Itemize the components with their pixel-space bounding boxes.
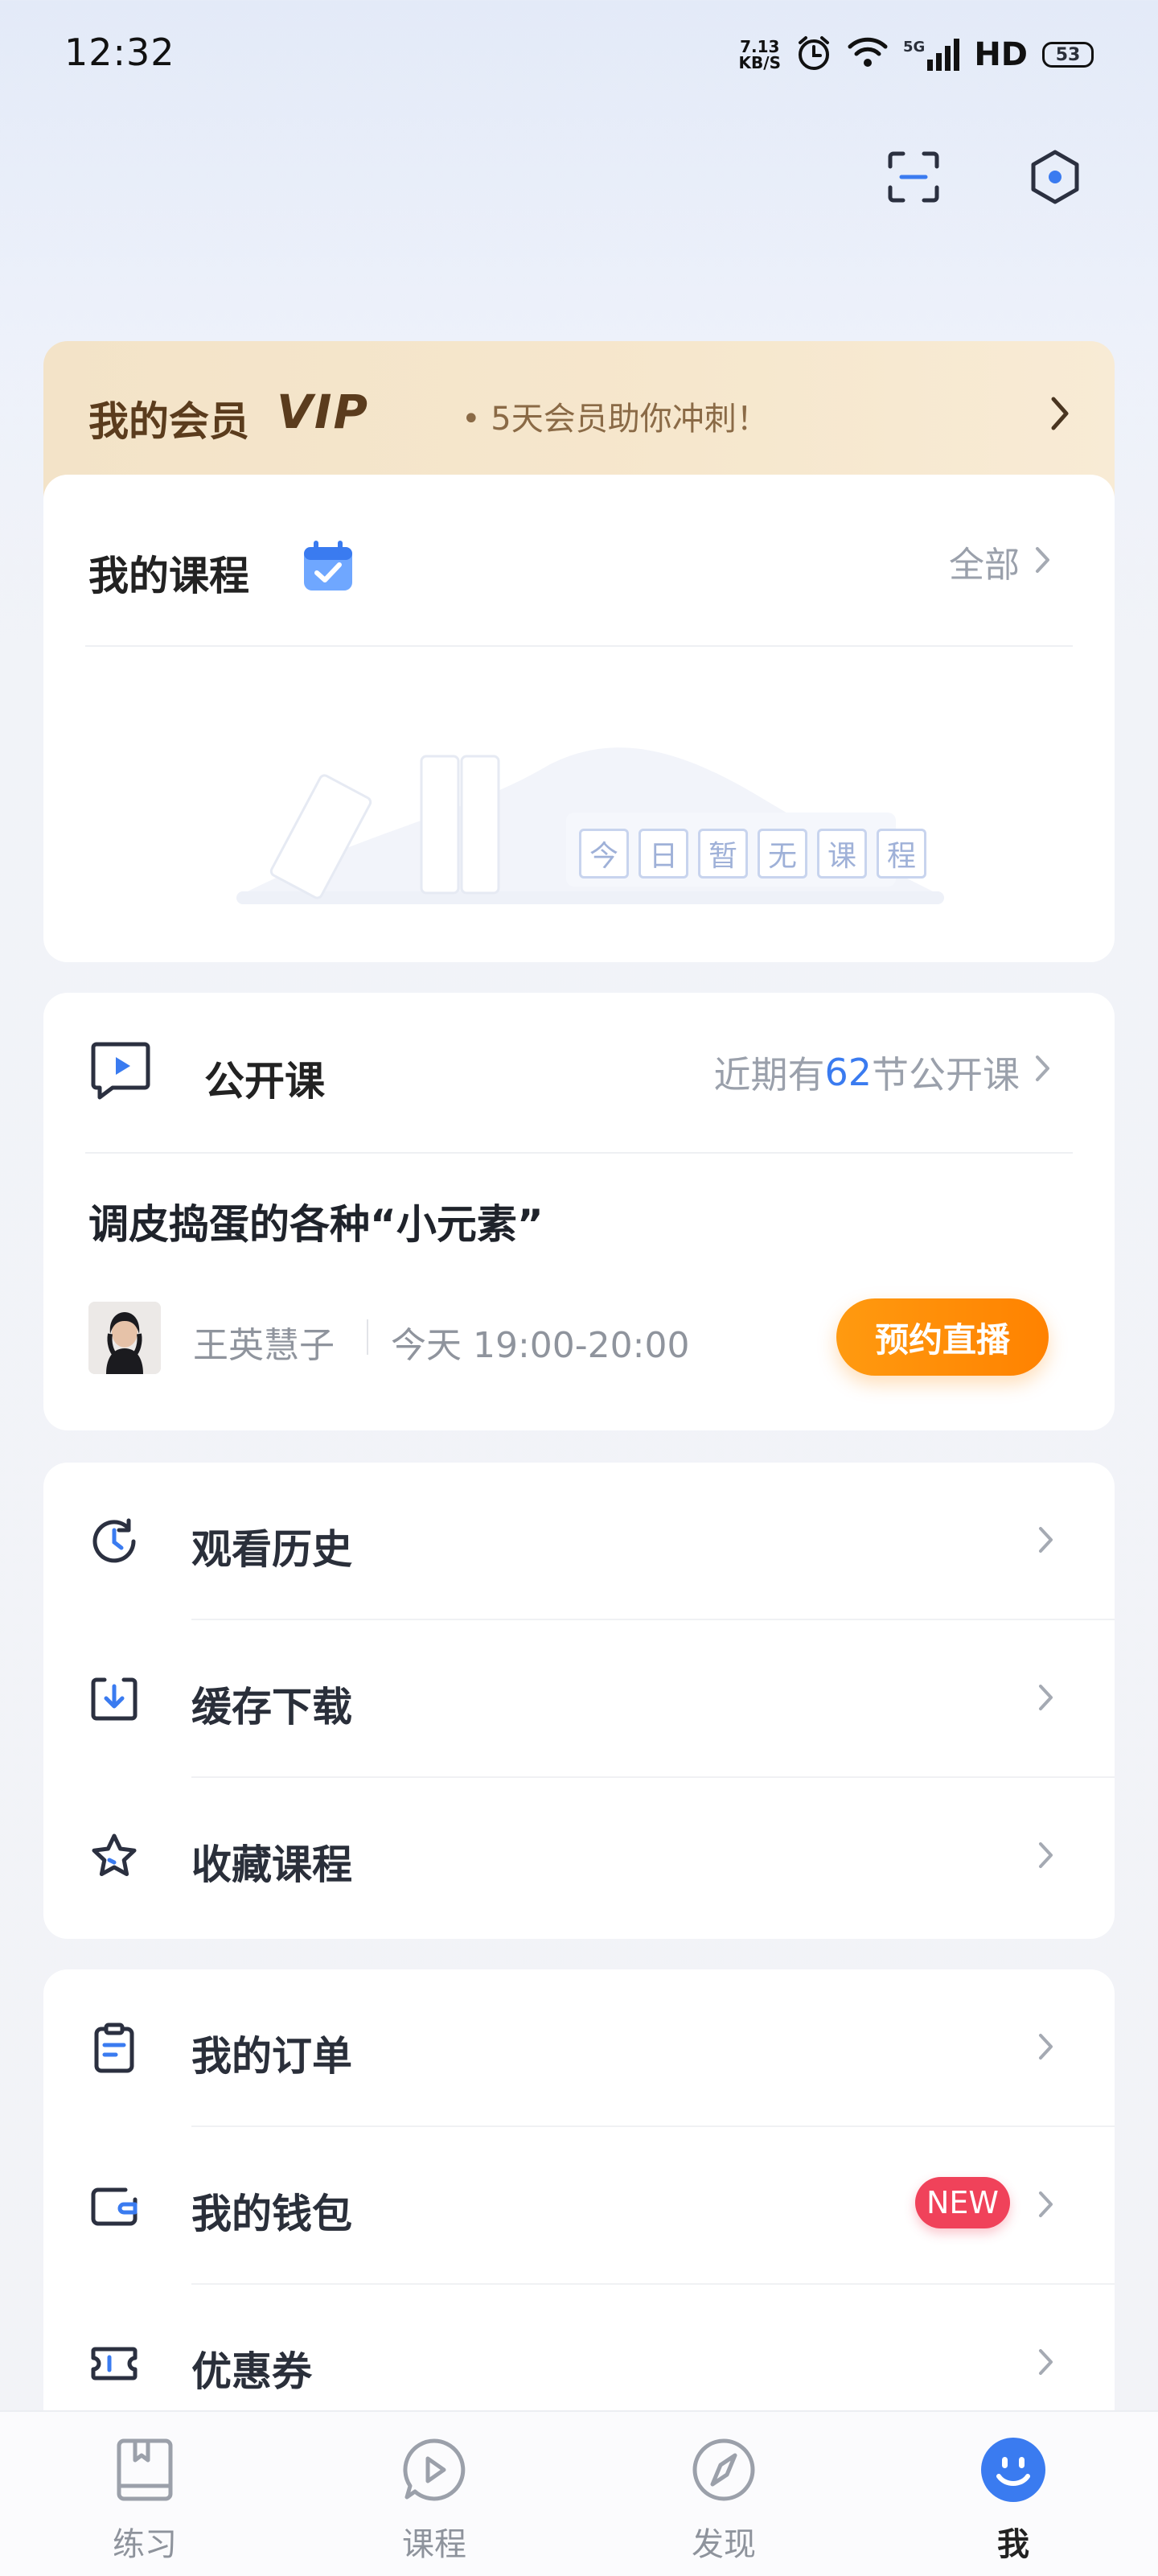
chevron-right-icon (1034, 2344, 1057, 2383)
teacher-avatar (88, 1302, 161, 1374)
scan-icon[interactable] (881, 145, 946, 209)
wifi-icon (847, 37, 889, 72)
chevron-right-icon (1044, 393, 1076, 438)
tab-courses[interactable]: 课程 (362, 2436, 507, 2565)
order-clipboard-icon (88, 2023, 140, 2074)
battery-icon: 53 (1042, 42, 1094, 68)
tab-me[interactable]: 我 (941, 2436, 1086, 2565)
tab-discover[interactable]: 发现 (651, 2436, 796, 2565)
chevron-right-icon (1034, 2187, 1057, 2225)
bottom-navigation: 练习 课程 发现 我 (0, 2410, 1158, 2576)
teacher-name: 王英慧子 (193, 1325, 335, 1366)
public-class-summary[interactable]: 近期有 62 节公开课 (713, 1046, 1053, 1099)
tab-practice[interactable]: 练习 (72, 2436, 217, 2565)
menu-my-orders[interactable]: 我的订单 (43, 1969, 1115, 2127)
signal-icon: 5G (903, 39, 960, 71)
new-badge: NEW (915, 2177, 1010, 2228)
lesson-title[interactable]: 调皮捣蛋的各种“小元素” (88, 1192, 544, 1250)
vip-desc: • 5天会员助你冲刺！ (462, 401, 769, 438)
coupon-icon (88, 2338, 140, 2389)
calendar-check-icon (298, 536, 359, 600)
chevron-right-icon (1031, 542, 1053, 581)
book-live-button[interactable]: 预约直播 (836, 1298, 1049, 1376)
divider (85, 1152, 1073, 1154)
my-courses-card: 我的课程 全部 今 日 暂 无 课 程 (43, 475, 1115, 962)
status-icons: 7.13 KB/S 5G HD 53 (739, 32, 1094, 77)
compass-icon (690, 2436, 758, 2504)
clock-history-icon (88, 1516, 140, 1567)
video-play-icon (88, 1038, 154, 1107)
courses-all-link[interactable]: 全部 (949, 536, 1053, 587)
menu-cache-download[interactable]: 缓存下载 (43, 1620, 1115, 1778)
book-icon (111, 2436, 179, 2504)
public-class-card: 公开课 近期有 62 节公开课 调皮捣蛋的各种“小元素” 王英慧子 今天 19:00… (43, 993, 1115, 1430)
public-class-count: 62 (824, 1051, 872, 1094)
alarm-icon (795, 35, 832, 75)
chevron-right-icon (1034, 2029, 1057, 2068)
chevron-right-icon (1034, 1837, 1057, 1876)
menu-my-wallet[interactable]: 我的钱包 NEW (43, 2127, 1115, 2285)
vip-badge: VIP (277, 385, 369, 439)
chevron-right-icon (1031, 1051, 1053, 1095)
chevron-right-icon (1034, 1680, 1057, 1718)
wallet-icon (88, 2180, 140, 2232)
menu-watch-history[interactable]: 观看历史 (43, 1463, 1115, 1620)
net-speed: 7.13 KB/S (738, 37, 781, 72)
status-time: 12:32 (64, 31, 175, 74)
star-icon (88, 1831, 140, 1883)
empty-courses-text: 今 日 暂 无 课 程 (579, 829, 926, 879)
empty-courses-illustration (196, 716, 968, 925)
menu-group-2: 我的订单 我的钱包 NEW 优惠券 (43, 1969, 1115, 2452)
chevron-right-icon (1034, 1522, 1057, 1561)
menu-group-1: 观看历史 缓存下载 收藏课程 (43, 1463, 1115, 1939)
menu-favorite-courses[interactable]: 收藏课程 (43, 1778, 1115, 1936)
public-class-title: 公开课 (204, 1058, 325, 1105)
download-icon (88, 1673, 140, 1725)
settings-icon[interactable] (1023, 145, 1087, 209)
vip-title: 我的会员 (88, 398, 249, 445)
separator (367, 1319, 368, 1355)
lesson-time: 今天 19:00-20:00 (391, 1325, 690, 1366)
divider (85, 645, 1073, 647)
play-bubble-icon (400, 2436, 468, 2504)
hd-label: HD (974, 36, 1028, 73)
smiley-icon (979, 2436, 1047, 2504)
courses-title: 我的课程 (88, 553, 249, 599)
